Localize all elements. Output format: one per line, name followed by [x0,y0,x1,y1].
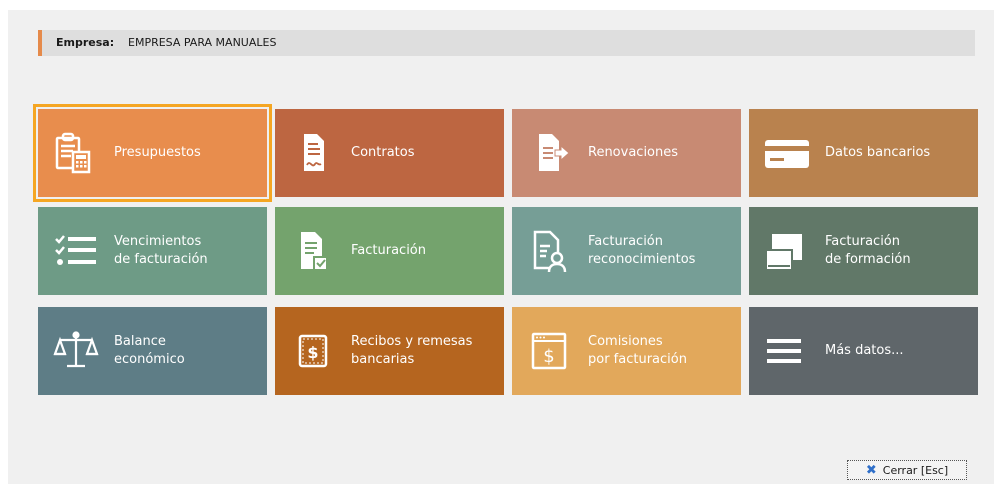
signed-contract-icon [304,134,324,171]
tile-label: Recibos y remesas bancarias [351,334,473,367]
tile-label: Facturación de formación [825,234,911,267]
close-icon: ✖ [865,462,877,478]
tile-label: Más datos... [825,343,904,358]
empresa-bar: Empresa: EMPRESA PARA MANUALES [38,30,975,56]
tile-vencimientos[interactable]: Vencimientos de facturación [38,207,267,295]
dollar-window-icon: $ [531,332,567,370]
tile-facturacion-formacion[interactable]: Facturación de formación [749,207,978,295]
svg-text:$: $ [543,346,554,367]
tile-label: Renovaciones [588,145,679,160]
balance-scale-icon [53,331,99,368]
close-button-label: Cerrar [Esc] [882,463,949,477]
tile-facturacion[interactable]: Facturación [275,207,504,295]
empresa-value: EMPRESA PARA MANUALES [128,36,277,49]
tile-facturacion-reconocimientos[interactable]: Facturación reconocimientos [512,207,741,295]
hamburger-menu-icon [767,339,801,363]
tile-balance-economico[interactable]: Balance económico [38,307,267,395]
tile-label: Vencimientos de facturación [114,234,208,267]
credit-card-icon [765,140,809,168]
tile-mas-datos[interactable]: Más datos... [749,307,978,395]
svg-text:$: $ [307,343,318,362]
tile-datos-bancarios[interactable]: Datos bancarios [749,109,978,197]
invoice-check-icon [301,232,328,271]
tile-presupuestos[interactable]: Presupuestos [33,104,272,202]
tile-label: Contratos [351,145,415,160]
empresa-label: Empresa: [56,36,115,49]
tile-label: Comisiones por facturación [588,334,687,367]
books-icon [765,234,802,271]
tile-renovaciones[interactable]: Renovaciones [512,109,741,197]
tile-label: Facturación reconocimientos [588,234,696,267]
tile-label: Balance económico [114,334,185,367]
tile-comisiones[interactable]: $ Comisiones por facturación [512,307,741,395]
tile-recibos-remesas[interactable]: $ Recibos y remesas bancarias [275,307,504,395]
empresa-accent [38,30,42,56]
document-user-icon [533,230,567,273]
dollar-receipt-icon: $ [298,334,328,368]
tile-label: Datos bancarios [825,145,931,160]
tile-contratos[interactable]: Contratos [275,109,504,197]
tile-label: Facturación [351,243,426,258]
tile-label: Presupuestos [114,145,201,160]
document-arrow-icon [539,134,570,171]
calculator-document-icon [55,132,91,174]
close-button[interactable]: ✖ Cerrar [Esc] [847,460,967,480]
checklist-icon [55,235,96,265]
